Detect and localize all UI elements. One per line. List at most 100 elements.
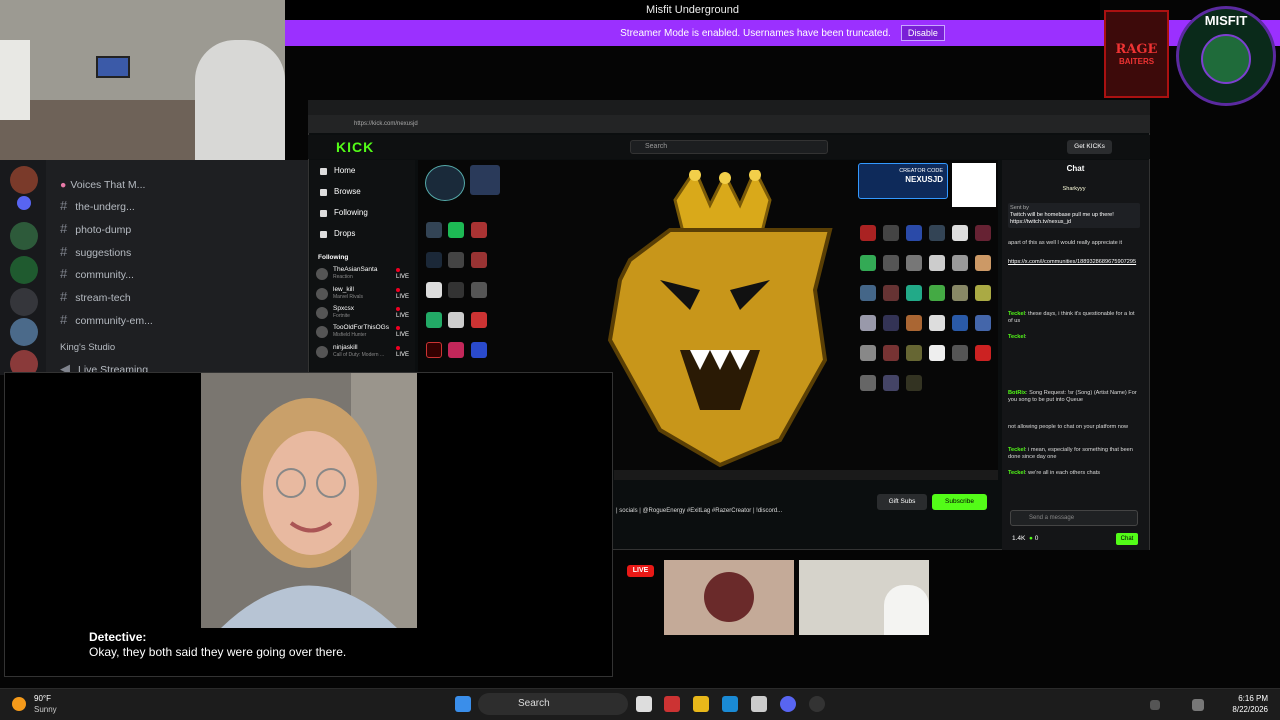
- spotify-icon: [448, 222, 464, 238]
- webcam-tv: [96, 56, 130, 78]
- app-icon: [471, 342, 487, 358]
- stream-thumbnail[interactable]: [799, 560, 929, 635]
- weather-condition[interactable]: Sunny: [34, 705, 57, 714]
- nav-drops[interactable]: Drops: [334, 229, 355, 238]
- gift-subs-button[interactable]: Gift Subs: [877, 494, 927, 510]
- chat-message: Teckel: these days, i think it's questio…: [1008, 311, 1135, 324]
- app-icon: [470, 165, 500, 195]
- app-icon: [929, 285, 945, 301]
- app-icon: [952, 345, 968, 361]
- get-kicks-button[interactable]: Get KICKs: [1067, 140, 1112, 154]
- taskbar-search[interactable]: Search: [478, 693, 628, 715]
- following-header: Following: [318, 254, 349, 261]
- following-channel[interactable]: Spxcsx Fortnite LIVE: [316, 305, 414, 323]
- chat-message: BotRix: Song Request: !sr (Song) (Artist…: [1008, 390, 1137, 403]
- task-view-icon[interactable]: [636, 696, 652, 712]
- woman-portrait-photo: [201, 373, 417, 628]
- app-icon: [906, 315, 922, 331]
- server-icon[interactable]: [10, 256, 38, 284]
- app-icon: [952, 225, 968, 241]
- qr-code: [952, 163, 996, 207]
- following-channel[interactable]: ninjaskill Call of Duty: Modern ... LIVE: [316, 344, 414, 362]
- channel-stream-tech[interactable]: # stream-tech: [60, 289, 131, 304]
- clock-time[interactable]: 6:16 PM: [1220, 694, 1268, 703]
- pinned-user: Sharkyyy: [1062, 186, 1086, 192]
- app-icon: [975, 225, 991, 241]
- chat-message: apart of this as well I would really app…: [1008, 240, 1123, 246]
- discord-category[interactable]: ● Voices That M...: [60, 179, 145, 191]
- app-icon: [906, 255, 922, 271]
- app-icon: [906, 375, 922, 391]
- following-channel[interactable]: TooOldForThisOGs Misfield Hunter LIVE: [316, 324, 414, 342]
- calculator-icon[interactable]: [751, 696, 767, 712]
- app-icon: [883, 255, 899, 271]
- discord-window: [0, 160, 310, 375]
- clock-date[interactable]: 8/22/2026: [1220, 705, 1268, 714]
- following-channel[interactable]: lew_kill Marvel Rivals LIVE: [316, 286, 414, 304]
- following-icon: [320, 210, 327, 217]
- app-icon: [929, 225, 945, 241]
- browser-tab-strip[interactable]: [308, 100, 1150, 115]
- sun-icon: [12, 697, 26, 711]
- subscribe-button[interactable]: Subscribe: [932, 494, 987, 510]
- channel-photo-dump[interactable]: # photo-dump: [60, 221, 131, 236]
- windows-start-icon[interactable]: [455, 696, 471, 712]
- app-icon: [426, 312, 442, 328]
- home-icon: [320, 168, 327, 175]
- stream-thumbnail[interactable]: [664, 560, 794, 635]
- app-icon: [471, 282, 487, 298]
- app-icon: [883, 315, 899, 331]
- chat-title: Chat: [1066, 164, 1085, 173]
- stream-tags: | socials | @RogueEnergy #ExitLag #Razer…: [616, 508, 783, 514]
- chat-message-input[interactable]: Send a message: [1010, 510, 1138, 526]
- kick-search-input[interactable]: Search: [630, 140, 828, 154]
- server-icon[interactable]: [10, 166, 38, 194]
- kick-logo[interactable]: KICK: [336, 139, 374, 155]
- webcam-room-feed: [0, 0, 285, 160]
- weather-temperature[interactable]: 90°F: [34, 694, 51, 703]
- stream-player-controls[interactable]: [614, 470, 998, 480]
- chat-message[interactable]: https://x.com/i/communities/188932868967…: [1008, 259, 1140, 266]
- channel-suggestions[interactable]: # suggestions: [60, 244, 131, 259]
- address-bar[interactable]: https://kick.com/nexusjd: [308, 115, 1150, 133]
- misfit-logo: MISFIT: [1176, 6, 1276, 106]
- app-icon: [952, 315, 968, 331]
- app-icon: [471, 252, 487, 268]
- browse-icon: [320, 189, 327, 196]
- chat-message: Teckel: i mean, especially for something…: [1008, 447, 1133, 460]
- app-icon: [860, 225, 876, 241]
- server-icon[interactable]: [10, 222, 38, 250]
- edge-icon[interactable]: [722, 696, 738, 712]
- disable-streamer-mode-button[interactable]: Disable: [900, 25, 945, 41]
- server-icon[interactable]: [10, 318, 38, 346]
- app-icon: [426, 222, 442, 238]
- file-explorer-icon[interactable]: [693, 696, 709, 712]
- app-icon: [448, 252, 464, 268]
- nav-browse[interactable]: Browse: [334, 187, 361, 196]
- app-icon: [929, 315, 945, 331]
- nav-home[interactable]: Home: [334, 166, 355, 175]
- nav-following[interactable]: Following: [334, 208, 368, 217]
- display-icon[interactable]: [1192, 699, 1204, 711]
- network-icon[interactable]: [1150, 700, 1160, 710]
- obs-icon[interactable]: [809, 696, 825, 712]
- following-channel[interactable]: TheAsianSanta Reaction LIVE: [316, 266, 414, 284]
- app-icon: [471, 222, 487, 238]
- discord-icon[interactable]: [780, 696, 796, 712]
- discord-server-rail: [0, 160, 46, 378]
- creator-code-banner: CREATOR CODE NEXUSJD: [858, 163, 948, 199]
- server-icon[interactable]: [17, 196, 31, 210]
- app-icon: [975, 255, 991, 271]
- rage-baiters-logo: RAGE BAITERS: [1104, 10, 1169, 98]
- app-icon: [860, 315, 876, 331]
- app-icon: [906, 345, 922, 361]
- channel-the-underg[interactable]: # the-underg...: [60, 198, 135, 213]
- channel-community[interactable]: # community...: [60, 266, 134, 281]
- chat-message: Teckel: we're all in each others chats: [1008, 470, 1101, 476]
- app-icon[interactable]: [664, 696, 680, 712]
- discord-category-kings-studio[interactable]: King's Studio: [60, 342, 115, 353]
- drops-icon: [320, 231, 327, 238]
- channel-community-em[interactable]: # community-em...: [60, 312, 153, 327]
- chat-send-button[interactable]: Chat: [1116, 533, 1138, 545]
- server-icon[interactable]: [10, 288, 38, 316]
